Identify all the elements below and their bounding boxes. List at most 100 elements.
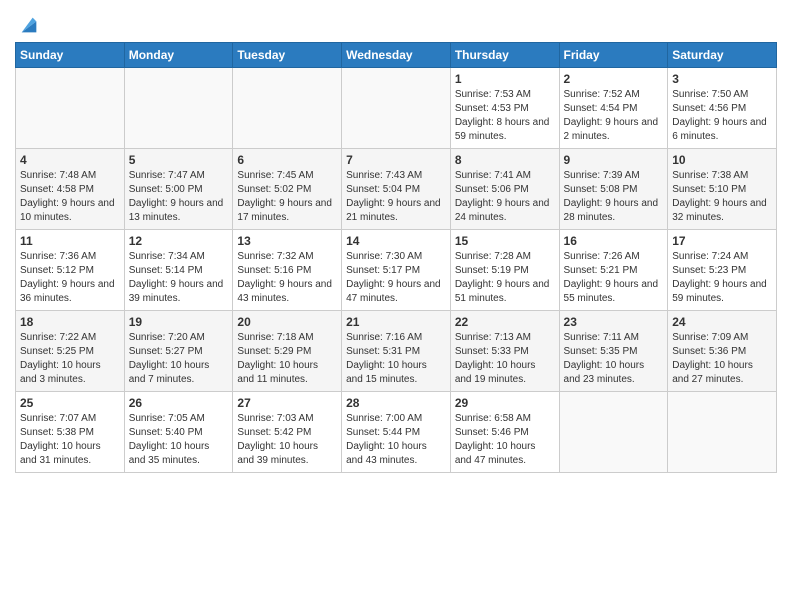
day-cell: 11 Sunrise: 7:36 AM Sunset: 5:12 PM Dayli…: [16, 230, 125, 311]
week-row-4: 18 Sunrise: 7:22 AM Sunset: 5:25 PM Dayli…: [16, 311, 777, 392]
week-row-2: 4 Sunrise: 7:48 AM Sunset: 4:58 PM Daylig…: [16, 149, 777, 230]
day-info: Sunrise: 7:26 AM Sunset: 5:21 PM Dayligh…: [564, 250, 664, 306]
day-info: Sunrise: 7:34 AM Sunset: 5:14 PM Dayligh…: [129, 250, 229, 306]
day-number: 2: [564, 72, 664, 86]
header-cell-thursday: Thursday: [450, 43, 559, 68]
day-number: 12: [129, 234, 229, 248]
day-info: Sunrise: 7:07 AM Sunset: 5:38 PM Dayligh…: [20, 412, 120, 468]
day-number: 10: [672, 153, 772, 167]
day-number: 15: [455, 234, 555, 248]
calendar-body: 1 Sunrise: 7:53 AM Sunset: 4:53 PM Daylig…: [16, 68, 777, 473]
day-number: 11: [20, 234, 120, 248]
header-cell-sunday: Sunday: [16, 43, 125, 68]
day-number: 7: [346, 153, 446, 167]
day-cell: 1 Sunrise: 7:53 AM Sunset: 4:53 PM Daylig…: [450, 68, 559, 149]
day-info: Sunrise: 7:32 AM Sunset: 5:16 PM Dayligh…: [237, 250, 337, 306]
day-number: 13: [237, 234, 337, 248]
day-cell: 13 Sunrise: 7:32 AM Sunset: 5:16 PM Dayli…: [233, 230, 342, 311]
day-cell: 9 Sunrise: 7:39 AM Sunset: 5:08 PM Daylig…: [559, 149, 668, 230]
day-cell: 3 Sunrise: 7:50 AM Sunset: 4:56 PM Daylig…: [668, 68, 777, 149]
day-number: 21: [346, 315, 446, 329]
day-number: 24: [672, 315, 772, 329]
day-cell: 2 Sunrise: 7:52 AM Sunset: 4:54 PM Daylig…: [559, 68, 668, 149]
day-number: 6: [237, 153, 337, 167]
day-info: Sunrise: 7:50 AM Sunset: 4:56 PM Dayligh…: [672, 88, 772, 144]
day-cell: [342, 68, 451, 149]
day-number: 3: [672, 72, 772, 86]
day-info: Sunrise: 7:22 AM Sunset: 5:25 PM Dayligh…: [20, 331, 120, 387]
day-info: Sunrise: 7:45 AM Sunset: 5:02 PM Dayligh…: [237, 169, 337, 225]
day-number: 8: [455, 153, 555, 167]
day-info: Sunrise: 7:18 AM Sunset: 5:29 PM Dayligh…: [237, 331, 337, 387]
week-row-5: 25 Sunrise: 7:07 AM Sunset: 5:38 PM Dayli…: [16, 392, 777, 473]
day-info: Sunrise: 7:00 AM Sunset: 5:44 PM Dayligh…: [346, 412, 446, 468]
day-number: 23: [564, 315, 664, 329]
day-cell: 22Sunrise: 7:13 AM Sunset: 5:33 PM Dayli…: [450, 311, 559, 392]
day-cell: 29 Sunrise: 6:58 AM Sunset: 5:46 PM Dayli…: [450, 392, 559, 473]
header-cell-saturday: Saturday: [668, 43, 777, 68]
day-number: 1: [455, 72, 555, 86]
day-cell: [233, 68, 342, 149]
day-info: Sunrise: 7:03 AM Sunset: 5:42 PM Dayligh…: [237, 412, 337, 468]
day-cell: 18 Sunrise: 7:22 AM Sunset: 5:25 PM Dayli…: [16, 311, 125, 392]
calendar-table: SundayMondayTuesdayWednesdayThursdayFrid…: [15, 42, 777, 473]
day-cell: 15 Sunrise: 7:28 AM Sunset: 5:19 PM Dayli…: [450, 230, 559, 311]
logo-icon: [18, 14, 40, 36]
day-cell: [668, 392, 777, 473]
day-number: 28: [346, 396, 446, 410]
header-cell-tuesday: Tuesday: [233, 43, 342, 68]
day-cell: 16 Sunrise: 7:26 AM Sunset: 5:21 PM Dayli…: [559, 230, 668, 311]
day-cell: 12 Sunrise: 7:34 AM Sunset: 5:14 PM Dayli…: [124, 230, 233, 311]
day-cell: [559, 392, 668, 473]
day-info: Sunrise: 7:28 AM Sunset: 5:19 PM Dayligh…: [455, 250, 555, 306]
day-number: 25: [20, 396, 120, 410]
day-cell: 20 Sunrise: 7:18 AM Sunset: 5:29 PM Dayli…: [233, 311, 342, 392]
day-number: 19: [129, 315, 229, 329]
day-info: Sunrise: 7:36 AM Sunset: 5:12 PM Dayligh…: [20, 250, 120, 306]
day-cell: [124, 68, 233, 149]
day-cell: 5 Sunrise: 7:47 AM Sunset: 5:00 PM Daylig…: [124, 149, 233, 230]
day-cell: 6 Sunrise: 7:45 AM Sunset: 5:02 PM Daylig…: [233, 149, 342, 230]
header-cell-friday: Friday: [559, 43, 668, 68]
week-row-3: 11 Sunrise: 7:36 AM Sunset: 5:12 PM Dayli…: [16, 230, 777, 311]
page: SundayMondayTuesdayWednesdayThursdayFrid…: [0, 0, 792, 483]
day-cell: [16, 68, 125, 149]
day-cell: 4 Sunrise: 7:48 AM Sunset: 4:58 PM Daylig…: [16, 149, 125, 230]
day-number: 18: [20, 315, 120, 329]
day-cell: 17Sunrise: 7:24 AM Sunset: 5:23 PM Dayli…: [668, 230, 777, 311]
day-cell: 27 Sunrise: 7:03 AM Sunset: 5:42 PM Dayli…: [233, 392, 342, 473]
day-cell: 24 Sunrise: 7:09 AM Sunset: 5:36 PM Dayli…: [668, 311, 777, 392]
day-cell: 19 Sunrise: 7:20 AM Sunset: 5:27 PM Dayli…: [124, 311, 233, 392]
day-number: 26: [129, 396, 229, 410]
header: [15, 10, 777, 36]
day-info: Sunrise: 7:09 AM Sunset: 5:36 PM Dayligh…: [672, 331, 772, 387]
day-number: 5: [129, 153, 229, 167]
day-info: Sunrise: 7:20 AM Sunset: 5:27 PM Dayligh…: [129, 331, 229, 387]
day-number: 27: [237, 396, 337, 410]
day-number: 4: [20, 153, 120, 167]
day-info: Sunrise: 7:53 AM Sunset: 4:53 PM Dayligh…: [455, 88, 555, 144]
day-cell: 14Sunrise: 7:30 AM Sunset: 5:17 PM Dayli…: [342, 230, 451, 311]
day-info: Sunrise: 7:38 AM Sunset: 5:10 PM Dayligh…: [672, 169, 772, 225]
day-info: Sunrise: 7:43 AM Sunset: 5:04 PM Dayligh…: [346, 169, 446, 225]
day-info: Sunrise: 7:48 AM Sunset: 4:58 PM Dayligh…: [20, 169, 120, 225]
day-info: Sunrise: 7:24 AM Sunset: 5:23 PM Dayligh…: [672, 250, 772, 306]
day-cell: 25 Sunrise: 7:07 AM Sunset: 5:38 PM Dayli…: [16, 392, 125, 473]
day-info: Sunrise: 7:47 AM Sunset: 5:00 PM Dayligh…: [129, 169, 229, 225]
day-info: Sunrise: 6:58 AM Sunset: 5:46 PM Dayligh…: [455, 412, 555, 468]
day-number: 22: [455, 315, 555, 329]
logo: [15, 14, 40, 36]
day-cell: 28 Sunrise: 7:00 AM Sunset: 5:44 PM Dayli…: [342, 392, 451, 473]
day-cell: 21 Sunrise: 7:16 AM Sunset: 5:31 PM Dayli…: [342, 311, 451, 392]
day-info: Sunrise: 7:39 AM Sunset: 5:08 PM Dayligh…: [564, 169, 664, 225]
day-info: Sunrise: 7:52 AM Sunset: 4:54 PM Dayligh…: [564, 88, 664, 144]
day-number: 9: [564, 153, 664, 167]
day-number: 16: [564, 234, 664, 248]
day-info: Sunrise: 7:30 AM Sunset: 5:17 PM Dayligh…: [346, 250, 446, 306]
day-number: 20: [237, 315, 337, 329]
day-info: Sunrise: 7:41 AM Sunset: 5:06 PM Dayligh…: [455, 169, 555, 225]
header-cell-wednesday: Wednesday: [342, 43, 451, 68]
day-info: Sunrise: 7:16 AM Sunset: 5:31 PM Dayligh…: [346, 331, 446, 387]
day-number: 29: [455, 396, 555, 410]
header-cell-monday: Monday: [124, 43, 233, 68]
